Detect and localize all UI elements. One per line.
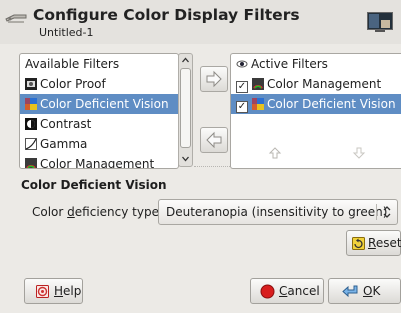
deficiency-type-label: Color deficiency type: [32, 205, 164, 219]
color-deficient-icon [252, 98, 264, 110]
divider [376, 204, 377, 220]
scroll-down-icon[interactable] [179, 152, 192, 165]
color-management-icon [25, 158, 37, 168]
enabled-checkbox[interactable]: ✓ [236, 101, 248, 113]
filter-label: Gamma [40, 137, 88, 151]
available-filters-header: Available Filters [25, 57, 120, 71]
move-up-icon[interactable] [268, 146, 282, 160]
section-title: Color Deficient Vision [21, 178, 167, 192]
active-filter-item[interactable]: ✓ Color Deficient Vision [231, 94, 401, 114]
filter-label: Color Deficient Vision [267, 97, 396, 111]
available-filter-item[interactable]: Color Management [20, 154, 178, 169]
dialog-title: Configure Color Display Filters [33, 6, 300, 24]
help-icon [36, 285, 49, 298]
cancel-icon [260, 284, 275, 299]
ok-button[interactable]: OK [328, 278, 401, 304]
move-down-icon[interactable] [352, 146, 366, 160]
dialog-header: Configure Color Display Filters Untitled… [0, 0, 401, 44]
divider [194, 166, 230, 167]
filter-label: Color Proof [40, 77, 106, 91]
image-preview-icon [367, 12, 393, 32]
scroll-thumb[interactable] [180, 68, 191, 148]
add-filter-button[interactable] [200, 66, 228, 92]
help-button[interactable]: Help [24, 278, 83, 304]
eye-icon [236, 60, 248, 68]
contrast-icon [25, 118, 37, 130]
updown-chevron-icon [383, 206, 391, 218]
scroll-up-icon[interactable] [179, 54, 192, 67]
dialog-subtitle: Untitled-1 [39, 26, 94, 39]
active-filters-header: Active Filters [231, 54, 401, 74]
arrow-right-icon [206, 70, 222, 88]
gamma-icon [25, 138, 37, 150]
arrow-left-icon [206, 131, 222, 149]
filter-label: Color Management [267, 77, 382, 91]
reset-button[interactable]: Reset [346, 230, 401, 256]
active-filter-item[interactable]: ✓ Color Management [231, 74, 401, 94]
filter-label: Color Deficient Vision [40, 97, 169, 111]
color-deficient-icon [25, 98, 37, 110]
display-filters-icon [5, 14, 27, 23]
available-filters-scrollbar[interactable] [178, 53, 193, 167]
remove-filter-button[interactable] [200, 127, 228, 153]
filter-label: Color Management [40, 157, 155, 169]
filter-label: Contrast [40, 117, 92, 131]
available-filters-list[interactable]: Available Filters Color Proof Color Defi… [19, 53, 179, 169]
reset-icon [352, 237, 365, 250]
enabled-checkbox[interactable]: ✓ [236, 81, 248, 93]
deficiency-type-select[interactable]: Deuteranopia (insensitivity to green) [158, 199, 398, 225]
available-filter-item[interactable]: Color Proof [20, 74, 178, 94]
color-management-icon [252, 78, 264, 90]
cancel-button[interactable]: Cancel [250, 278, 324, 304]
active-filters-list[interactable]: Active Filters ✓ Color Management ✓ Color … [230, 53, 401, 169]
active-filters-title: Active Filters [251, 57, 328, 71]
available-filter-item[interactable]: Color Deficient Vision [20, 94, 178, 114]
available-filter-item[interactable]: Gamma [20, 134, 178, 154]
ok-arrow-icon [342, 285, 358, 298]
available-filter-item[interactable]: Contrast [20, 114, 178, 134]
color-proof-icon [25, 78, 37, 90]
deficiency-type-value: Deuteranopia (insensitivity to green) [166, 205, 388, 219]
